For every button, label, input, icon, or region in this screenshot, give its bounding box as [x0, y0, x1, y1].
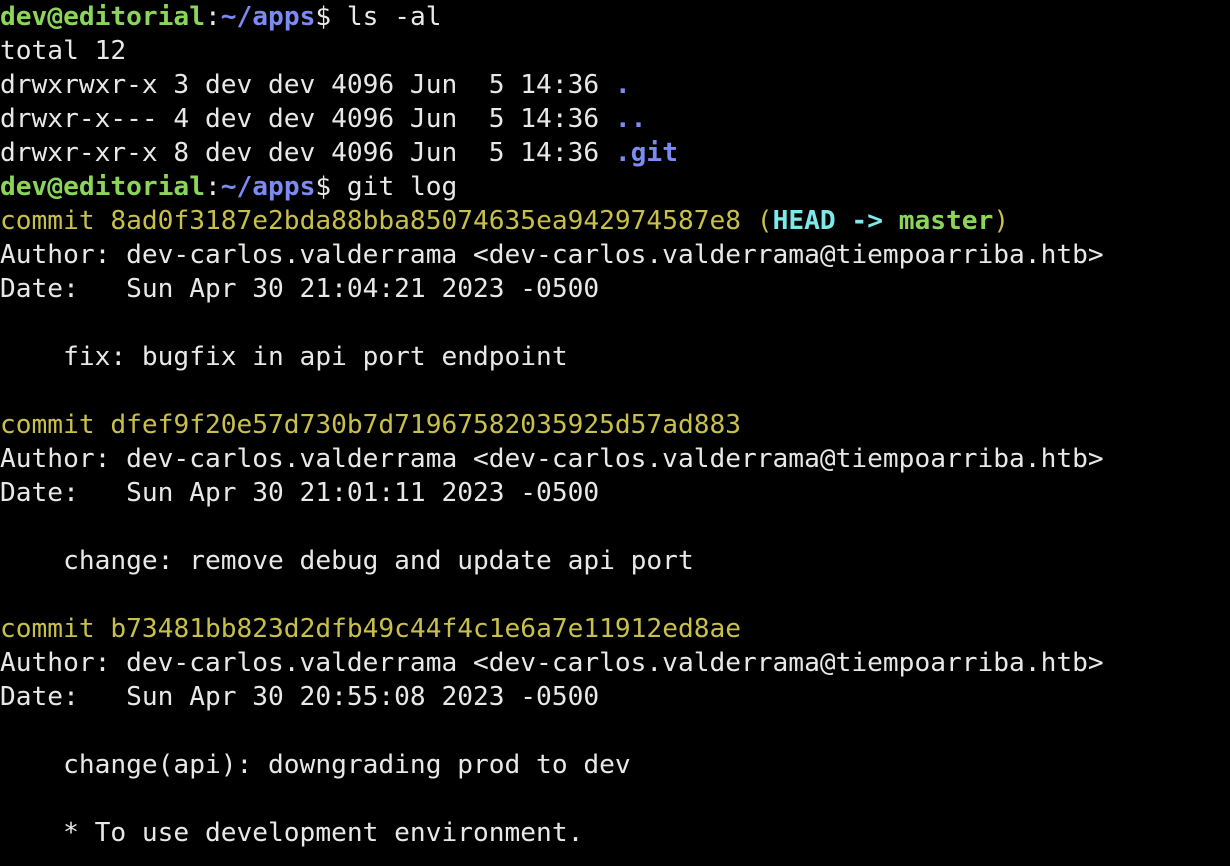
commit-message: fix: bugfix in api port endpoint: [0, 342, 568, 372]
commit-hash: 8ad0f3187e2bda88bba85074635ea942974587e8: [110, 206, 742, 236]
prompt-path: ~/apps: [220, 172, 316, 202]
commit-label: commit: [0, 410, 111, 440]
ls-entry-meta: drwxr-x--- 4 dev dev 4096 Jun 5 14:36: [0, 104, 615, 134]
commit-label: commit: [0, 206, 111, 236]
commit-arrow: ->: [835, 206, 899, 236]
prompt-user-host: dev@editorial: [0, 172, 205, 202]
ls-entry-name: .git: [614, 138, 678, 168]
ls-entry-name: ..: [614, 104, 647, 134]
commit-ref-close: ): [993, 206, 1010, 236]
commit-message: change: remove debug and update api port: [0, 546, 694, 576]
ls-entry: drwxrwxr-x 3 dev dev 4096 Jun 5 14:36 .: [0, 68, 1230, 102]
commit-message-extra: * To use development environment.: [0, 818, 584, 848]
command-git-log: git log: [346, 172, 458, 202]
commit-head-ref: HEAD: [772, 206, 836, 236]
prompt-colon: :: [204, 2, 221, 32]
prompt-path: ~/apps: [220, 2, 316, 32]
commit-line: commit 8ad0f3187e2bda88bba85074635ea9429…: [0, 204, 1230, 238]
commit-message: change(api): downgrading prod to dev: [0, 750, 631, 780]
prompt-line-git-log: dev@editorial:~/apps$ git log: [0, 170, 1230, 204]
ls-entry: drwxr-xr-x 8 dev dev 4096 Jun 5 14:36 .g…: [0, 136, 1230, 170]
commit-line: commit b73481bb823d2dfb49c44f4c1e6a7e119…: [0, 612, 1230, 646]
ls-entry: drwxr-x--- 4 dev dev 4096 Jun 5 14:36 ..: [0, 102, 1230, 136]
prompt-user-host: dev@editorial: [0, 2, 205, 32]
ls-total: total 12: [0, 36, 127, 66]
prompt-dollar: $: [315, 172, 347, 202]
commit-line: commit dfef9f20e57d730b7d71967582035925d…: [0, 408, 1230, 442]
ls-entry-meta: drwxrwxr-x 3 dev dev 4096 Jun 5 14:36: [0, 70, 615, 100]
terminal-window[interactable]: dev@editorial:~/apps$ ls -al total 12 dr…: [0, 0, 1230, 866]
ls-entry-name: .: [614, 70, 631, 100]
commit-date: Date: Sun Apr 30 20:55:08 2023 -0500: [0, 682, 600, 712]
commit-branch: master: [898, 206, 994, 236]
commit-author: Author: dev-carlos.valderrama <dev-carlo…: [0, 240, 1104, 270]
commit-hash: b73481bb823d2dfb49c44f4c1e6a7e11912ed8ae: [110, 614, 742, 644]
commit-date: Date: Sun Apr 30 21:01:11 2023 -0500: [0, 478, 600, 508]
commit-label: commit: [0, 614, 111, 644]
commit-ref-open: (: [741, 206, 773, 236]
ls-entry-meta: drwxr-xr-x 8 dev dev 4096 Jun 5 14:36: [0, 138, 615, 168]
prompt-colon: :: [204, 172, 221, 202]
commit-hash: dfef9f20e57d730b7d71967582035925d57ad883: [110, 410, 742, 440]
prompt-line-ls: dev@editorial:~/apps$ ls -al: [0, 0, 1230, 34]
commit-author: Author: dev-carlos.valderrama <dev-carlo…: [0, 444, 1104, 474]
prompt-dollar: $: [315, 2, 347, 32]
commit-date: Date: Sun Apr 30 21:04:21 2023 -0500: [0, 274, 600, 304]
commit-author: Author: dev-carlos.valderrama <dev-carlo…: [0, 648, 1104, 678]
command-ls: ls -al: [346, 2, 442, 32]
